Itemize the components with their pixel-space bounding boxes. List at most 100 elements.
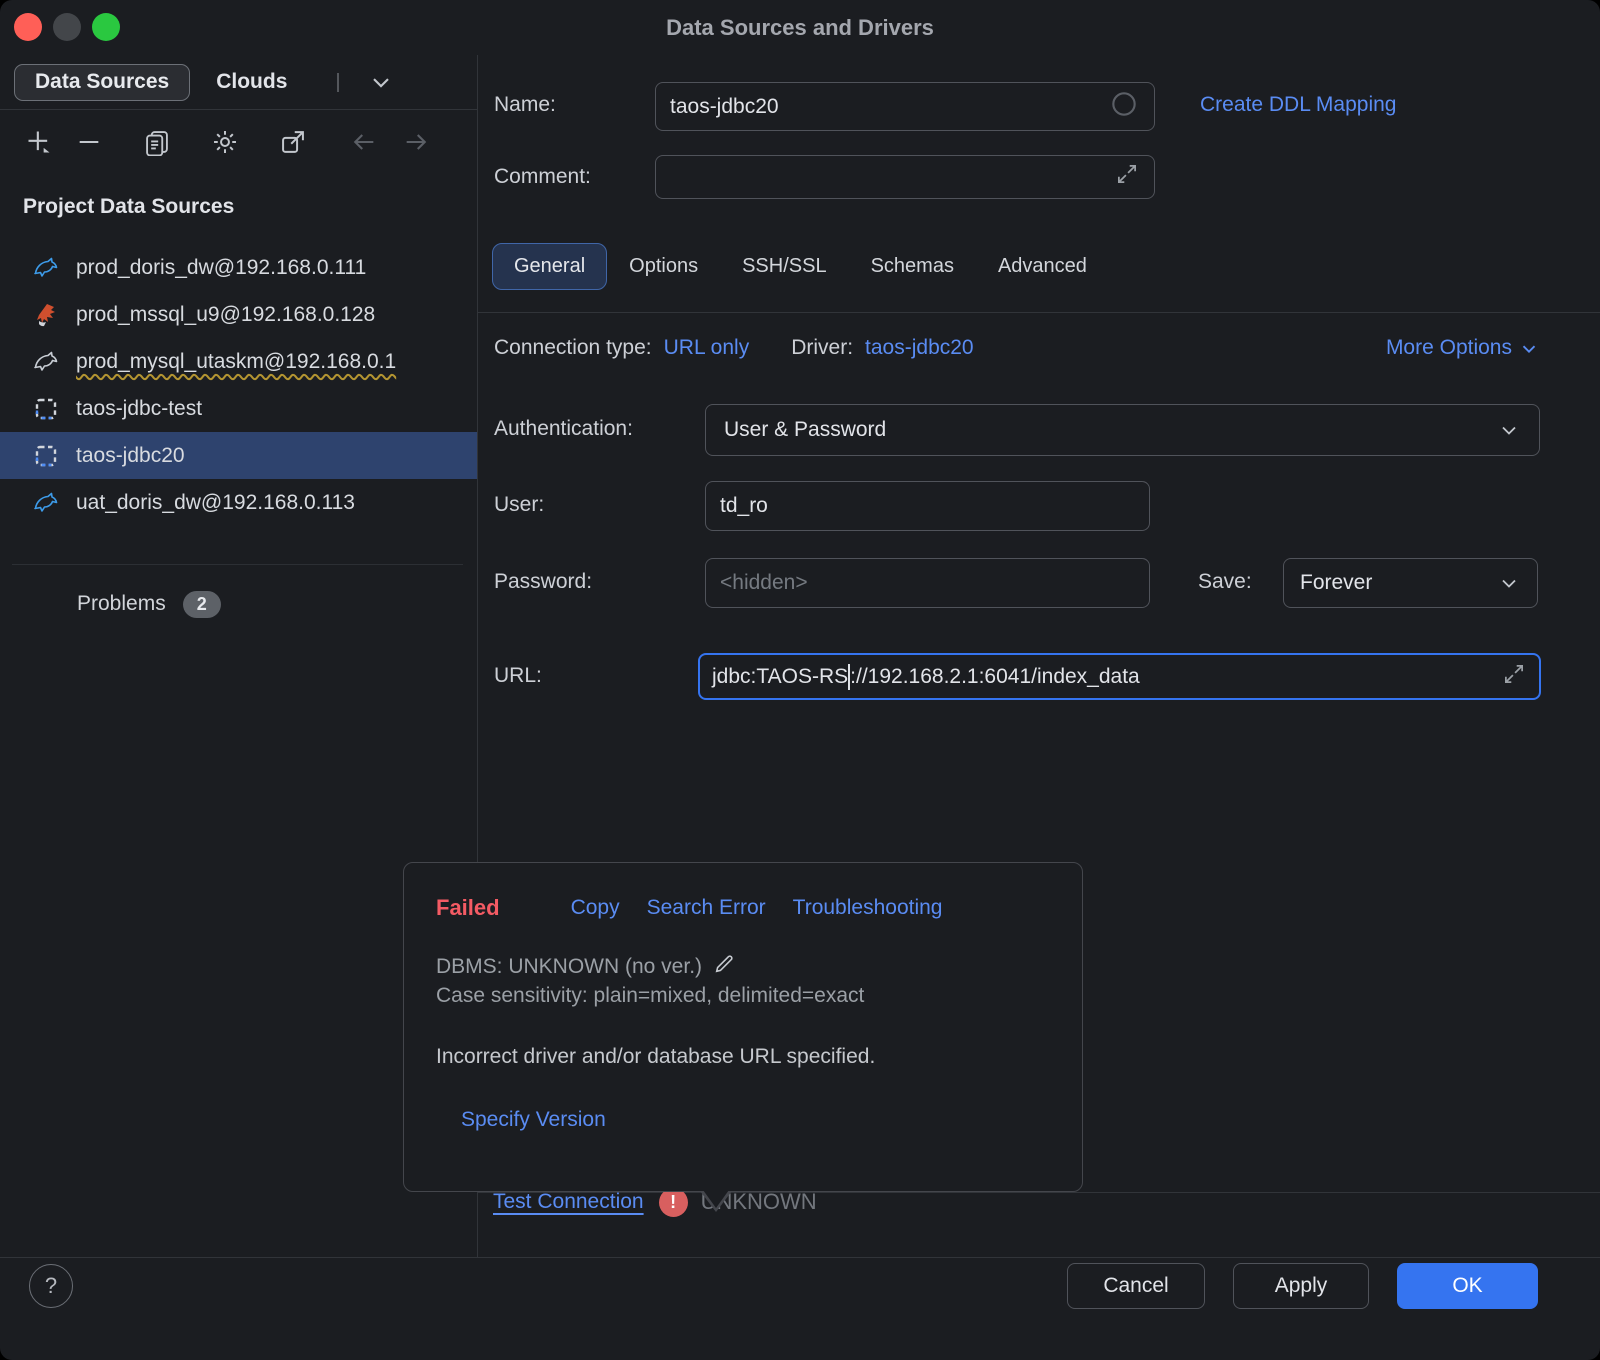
unknown-dbms-icon	[33, 396, 59, 422]
back-button[interactable]	[349, 127, 379, 157]
list-item-label: uat_doris_dw@192.168.0.113	[76, 491, 355, 515]
remove-button[interactable]	[74, 127, 104, 157]
problems-count-badge: 2	[183, 591, 221, 618]
tab-clouds[interactable]: Clouds	[216, 70, 287, 94]
sidebar-toolbar	[0, 110, 477, 174]
driver-label: Driver:	[791, 336, 853, 360]
list-item[interactable]: prod_doris_dw@192.168.0.111	[0, 244, 477, 291]
list-item[interactable]: prod_mysql_utaskm@192.168.0.1	[0, 338, 477, 385]
authentication-label: Authentication:	[494, 417, 633, 441]
expand-icon[interactable]	[1501, 661, 1527, 693]
apply-button[interactable]: Apply	[1233, 1263, 1369, 1309]
url-value-before-caret: jdbc:TAOS-RS	[712, 665, 848, 689]
mysql-dolphin-icon	[33, 490, 59, 516]
mysql-dolphin-icon	[33, 255, 59, 281]
user-input[interactable]: td_ro	[705, 481, 1150, 531]
settings-tab-bar: General Options SSH/SSL Schemas Advanced	[492, 243, 1109, 290]
list-item-label: prod_mssql_u9@192.168.0.128	[76, 303, 375, 327]
ok-button[interactable]: OK	[1397, 1263, 1538, 1309]
url-label: URL:	[494, 664, 542, 688]
troubleshooting-link[interactable]: Troubleshooting	[793, 896, 943, 920]
connection-type-value-link[interactable]: URL only	[664, 336, 750, 360]
case-sensitivity-info: Case sensitivity: plain=mixed, delimited…	[436, 984, 864, 1008]
mysql-dolphin-icon	[33, 349, 59, 375]
add-button[interactable]	[24, 127, 54, 157]
window-title: Data Sources and Drivers	[0, 0, 1600, 55]
list-item-label: taos-jdbc20	[76, 444, 185, 468]
expand-icon[interactable]	[1114, 161, 1140, 193]
sidebar-tab-bar: Data Sources Clouds	[0, 55, 477, 110]
progress-circle-icon	[1108, 88, 1140, 126]
test-connection-link[interactable]: Test Connection	[493, 1190, 644, 1214]
list-item-label: prod_mysql_utaskm@192.168.0.1	[76, 350, 396, 374]
tab-advanced[interactable]: Advanced	[976, 243, 1109, 290]
tab-ssh-ssl[interactable]: SSH/SSL	[720, 243, 848, 290]
duplicate-button[interactable]	[142, 127, 172, 157]
mssql-server-icon	[33, 302, 59, 328]
data-sources-dialog: Data Sources and Drivers Data Sources Cl…	[0, 0, 1600, 1360]
list-item[interactable]: uat_doris_dw@192.168.0.113	[0, 479, 477, 526]
comment-input[interactable]	[655, 155, 1155, 199]
failed-status: Failed	[436, 895, 500, 921]
list-item-label: taos-jdbc-test	[76, 397, 202, 421]
forward-button[interactable]	[401, 127, 431, 157]
password-input[interactable]: <hidden>	[705, 558, 1150, 608]
more-options-label: More Options	[1386, 336, 1512, 360]
comment-label: Comment:	[494, 165, 591, 189]
copy-link[interactable]: Copy	[571, 896, 620, 920]
tab-data-sources-label: Data Sources	[35, 70, 169, 94]
dialog-footer: ? Cancel Apply OK	[0, 1257, 1600, 1360]
list-item[interactable]: taos-jdbc-test	[0, 385, 477, 432]
dbms-info: DBMS: UNKNOWN (no ver.)	[436, 955, 702, 979]
title-bar: Data Sources and Drivers	[0, 0, 1600, 55]
tab-general[interactable]: General	[492, 243, 607, 290]
data-source-list: prod_doris_dw@192.168.0.111 prod_mssql_u…	[0, 244, 477, 526]
search-error-link[interactable]: Search Error	[647, 896, 766, 920]
tab-schemas[interactable]: Schemas	[849, 243, 976, 290]
chevron-down-icon	[1497, 571, 1521, 595]
tab-clouds-label: Clouds	[216, 70, 287, 93]
connection-type-label: Connection type:	[494, 336, 652, 360]
unknown-dbms-icon	[33, 443, 59, 469]
chevron-down-icon	[1497, 418, 1521, 442]
list-item-label: prod_doris_dw@192.168.0.111	[76, 256, 366, 280]
name-label: Name:	[494, 93, 556, 117]
create-ddl-mapping-link[interactable]: Create DDL Mapping	[1200, 93, 1397, 117]
error-message: Incorrect driver and/or database URL spe…	[436, 1045, 875, 1069]
save-label: Save:	[1198, 570, 1252, 594]
open-in-new-icon[interactable]	[278, 127, 308, 157]
tab-data-sources[interactable]: Data Sources	[14, 64, 190, 101]
authentication-select[interactable]: User & Password	[705, 404, 1540, 456]
user-value: td_ro	[720, 494, 1135, 518]
name-value: taos-jdbc20	[670, 95, 1100, 119]
password-label: Password:	[494, 570, 592, 594]
tab-separator	[337, 73, 339, 92]
cancel-button[interactable]: Cancel	[1067, 1263, 1205, 1309]
authentication-value: User & Password	[724, 418, 1497, 442]
list-item[interactable]: prod_mssql_u9@192.168.0.128	[0, 291, 477, 338]
gear-icon[interactable]	[210, 127, 240, 157]
connection-type-row: Connection type: URL only Driver: taos-j…	[494, 335, 1540, 361]
list-item-selected[interactable]: taos-jdbc20	[0, 432, 477, 479]
url-input[interactable]: jdbc:TAOS-RS://192.168.2.1:6041/index_da…	[698, 653, 1541, 700]
more-options-link[interactable]: More Options	[1386, 336, 1540, 360]
specify-version-link[interactable]: Specify Version	[461, 1108, 606, 1132]
driver-value-link[interactable]: taos-jdbc20	[865, 336, 974, 360]
chevron-down-icon[interactable]	[367, 68, 395, 96]
save-select[interactable]: Forever	[1283, 558, 1538, 608]
test-connection-result-popup: Failed Copy Search Error Troubleshooting…	[403, 862, 1083, 1192]
url-value-after-caret: ://192.168.2.1:6041/index_data	[850, 665, 1493, 689]
chevron-down-icon	[1518, 337, 1540, 359]
section-title: Project Data Sources	[23, 194, 477, 220]
sidebar-divider	[12, 564, 463, 565]
password-placeholder: <hidden>	[720, 571, 1135, 595]
problems-label: Problems	[77, 592, 166, 616]
help-button[interactable]: ?	[29, 1264, 73, 1308]
user-label: User:	[494, 493, 544, 517]
save-value: Forever	[1300, 571, 1497, 595]
tab-options[interactable]: Options	[607, 243, 720, 290]
tab-divider	[478, 312, 1600, 313]
problems-section[interactable]: Problems 2	[77, 583, 477, 625]
name-input[interactable]: taos-jdbc20	[655, 82, 1155, 131]
pencil-icon[interactable]	[712, 951, 737, 982]
